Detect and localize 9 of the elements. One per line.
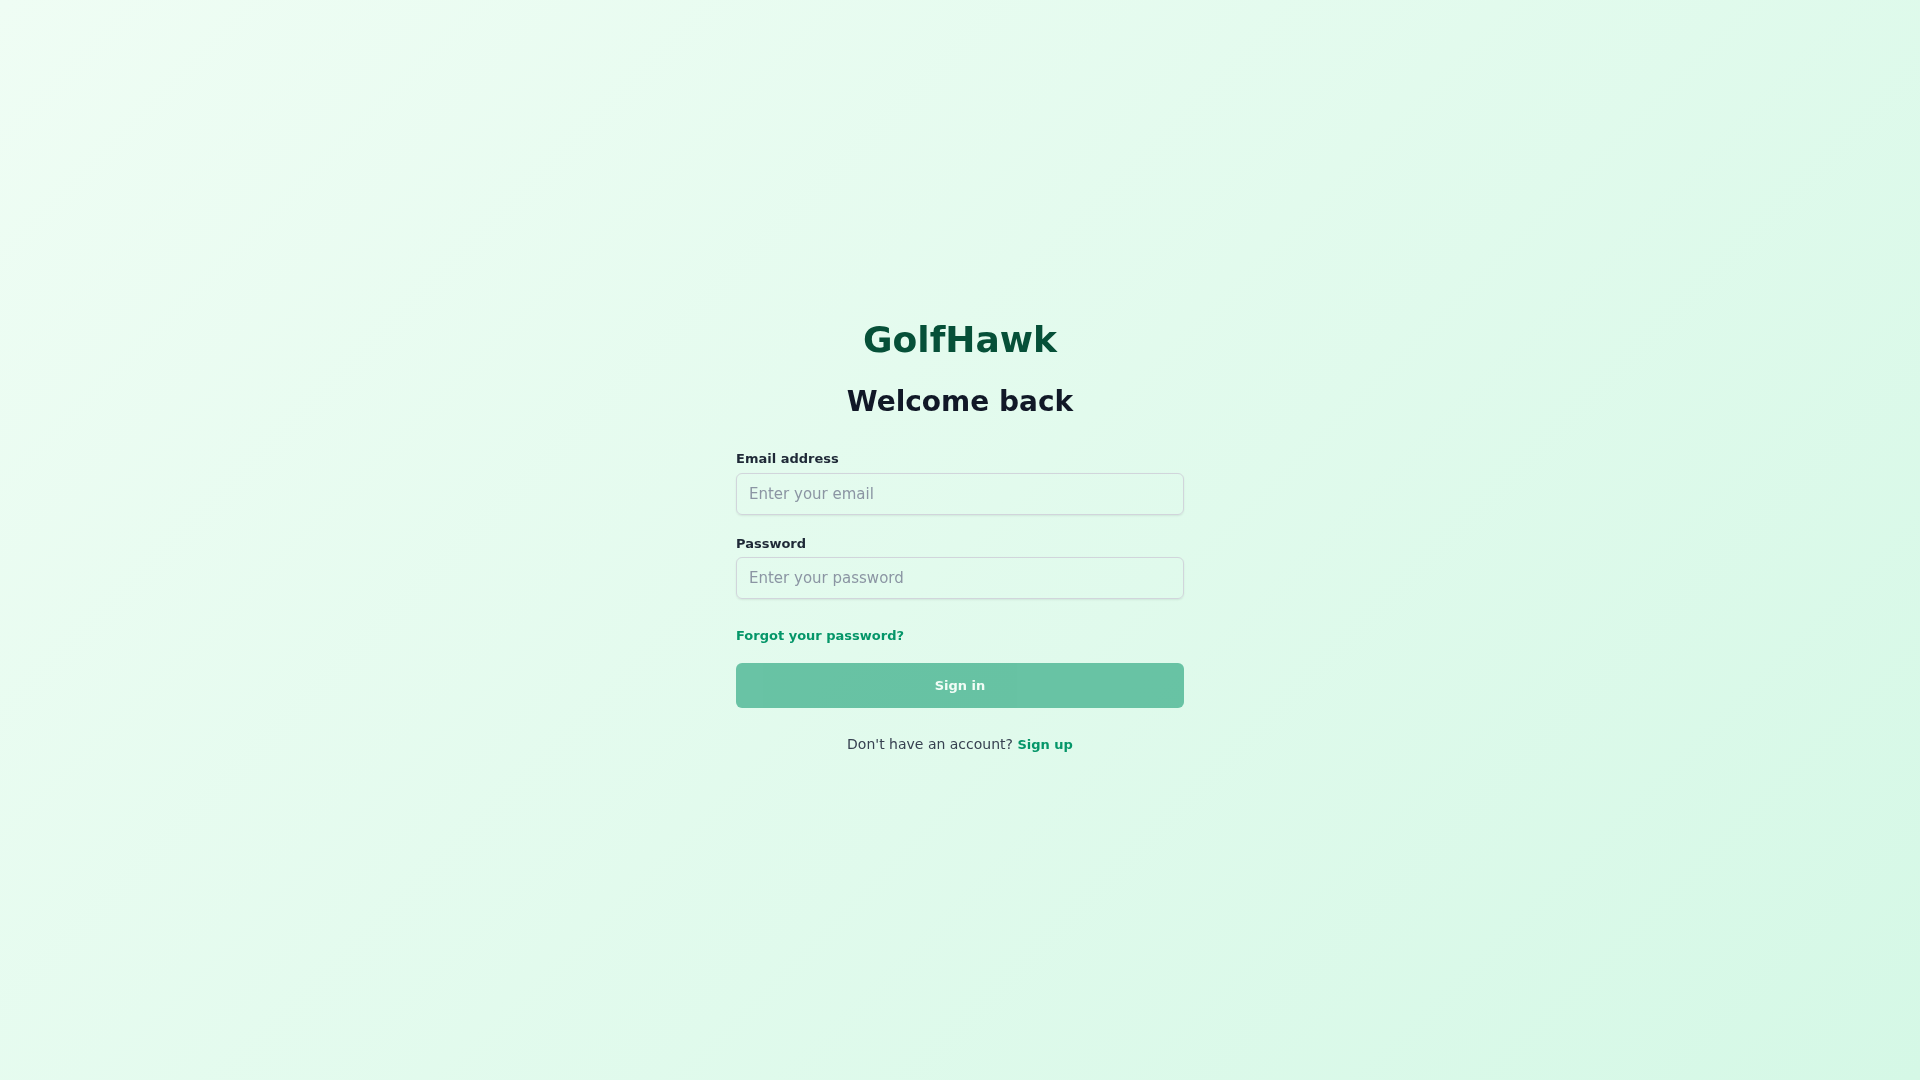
page-heading: Welcome back [846,384,1074,420]
forgot-password-link[interactable]: Forgot your password? [736,628,905,643]
brand-logo: GolfHawk [863,318,1057,362]
input-field[interactable]: Enter your email [736,472,1184,515]
input-field[interactable]: Enter your password [736,557,1184,599]
signup-prompt: Don't have an account? Sign up [847,736,1073,752]
field-label: Password [736,534,807,553]
field-label: Email address [736,450,839,468]
sign-up-link[interactable]: Sign up [1017,737,1073,752]
